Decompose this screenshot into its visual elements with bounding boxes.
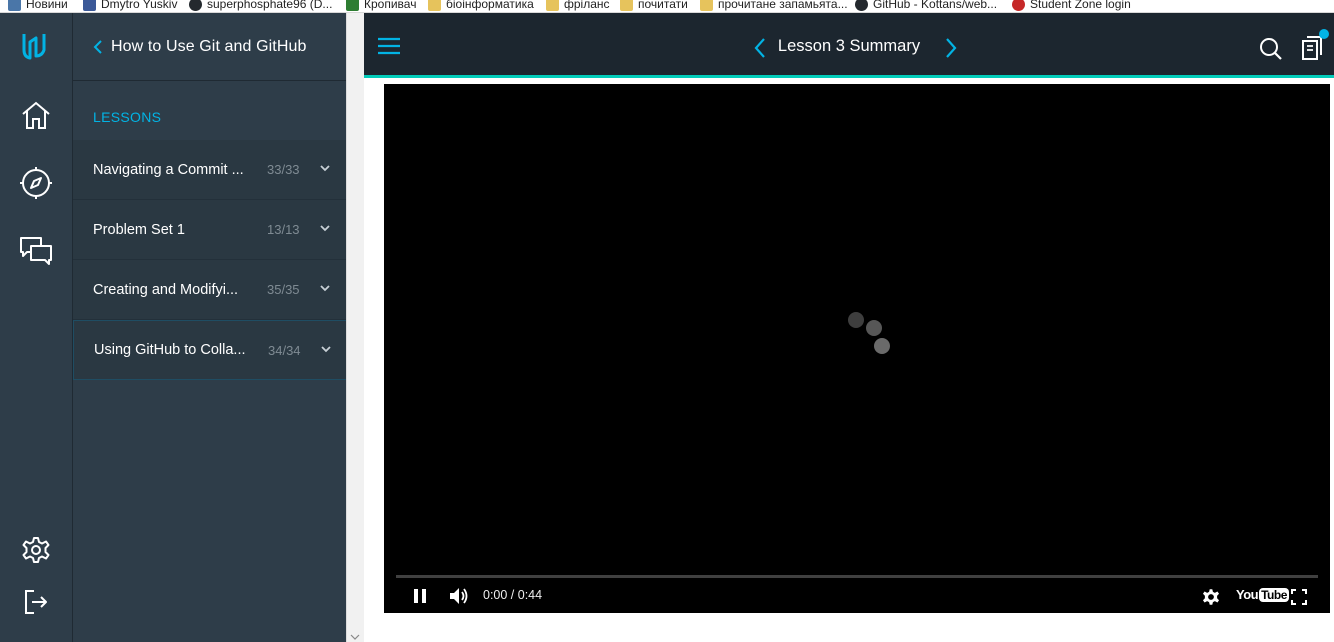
video-time-display: 0:00 / 0:44 [483,588,543,602]
lesson-progress-count: 35/35 [267,282,300,297]
folder-icon [428,0,441,11]
bookmark-item[interactable]: Кропивач [346,0,417,12]
chevron-right-icon[interactable] [944,37,958,59]
chat-icon[interactable] [18,233,54,269]
bookmark-item[interactable]: почитати [620,0,688,12]
volume-icon [450,588,468,604]
home-icon[interactable] [18,97,54,133]
student-zone-icon [1012,0,1025,11]
sidebar-scrollbar[interactable] [346,13,364,642]
github-icon [855,0,868,11]
lessons-section-label: LESSONS [93,109,162,125]
notification-dot [1319,29,1329,39]
video-progress-bar[interactable] [396,575,1318,578]
leaf-icon [346,0,359,11]
bookmark-label: прочитане запамьята... [718,0,848,11]
lesson-title: Problem Set 1 [93,221,185,238]
bookmark-item[interactable]: прочитане запамьята... [700,0,848,12]
bookmark-label: GitHub - Kottans/web... [873,0,998,11]
bookmark-item[interactable]: фріланс [546,0,610,12]
chevron-left-icon [93,39,102,54]
facebook-icon [83,0,96,11]
chevron-down-icon[interactable] [319,222,331,234]
bookmark-label: почитати [638,0,688,11]
chevron-down-icon[interactable] [320,343,332,355]
folder-icon [546,0,559,11]
youtube-logo-tube: Tube [1259,587,1289,602]
settings-button[interactable] [1200,586,1222,608]
bookmark-item[interactable]: GitHub - Kottans/web... [855,0,998,12]
lessons-sidebar: How to Use Git and GitHub LESSONS Naviga… [72,13,347,642]
bookmark-label: Кропивач [364,0,417,11]
pause-icon [414,589,426,603]
logout-icon[interactable] [18,584,54,620]
fullscreen-icon [1291,589,1307,605]
lesson-item[interactable]: Navigating a Commit ... 33/33 [73,140,347,200]
course-title: How to Use Git and GitHub [111,37,307,55]
folder-icon [620,0,633,11]
gear-icon [1202,589,1220,605]
bookmark-item[interactable]: Student Zone login [1012,0,1131,12]
bookmark-item[interactable]: Новини [8,0,68,12]
compass-icon[interactable] [18,165,54,201]
search-icon[interactable] [1259,37,1283,61]
vk-icon [8,0,21,11]
lesson-item[interactable]: Creating and Modifyi... 35/35 [73,260,347,320]
page-title: Lesson 3 Summary [777,37,921,55]
pause-button[interactable] [410,586,430,606]
bookmark-item[interactable]: Dmytro Yuskiv [83,0,178,12]
bookmark-label: біоінформатика [446,0,534,11]
lesson-title: Creating and Modifyi... [93,281,239,298]
settings-icon[interactable] [18,532,54,568]
scroll-down-arrow-icon[interactable] [350,633,360,641]
bookmark-label: superphosphate96 (D... [207,0,333,11]
youtube-logo[interactable]: You Tube [1236,587,1289,602]
icon-rail [0,13,72,642]
bookmark-label: Student Zone login [1030,0,1131,11]
youtube-logo-text: You [1236,587,1259,602]
lesson-item[interactable]: Problem Set 1 13/13 [73,200,347,260]
bookmark-label: Dmytro Yuskiv [101,0,178,11]
lesson-progress-count: 33/33 [267,162,300,177]
lesson-progress-count: 13/13 [267,222,300,237]
lesson-title: Navigating a Commit ... [93,161,244,178]
bookmark-item[interactable]: біоінформатика [428,0,534,12]
bookmarks-bar: Новини Dmytro Yuskiv superphosphate96 (D… [0,0,1334,13]
lesson-progress-count: 34/34 [268,342,301,358]
lesson-title: Using GitHub to Colla... [94,342,246,358]
course-back-link[interactable]: How to Use Git and GitHub [73,13,347,81]
chevron-down-icon[interactable] [319,282,331,294]
video-player[interactable]: 0:00 / 0:44 You Tube [384,84,1330,613]
folder-icon [700,0,713,11]
udacity-logo-icon[interactable] [18,29,54,65]
fullscreen-button[interactable] [1288,586,1310,608]
lesson-item-active[interactable]: Using GitHub to Colla... 34/34 [73,320,347,380]
top-nav: Lesson 3 Summary [364,13,1334,78]
loading-spinner [846,312,896,362]
main-content: 0:00 / 0:44 You Tube [364,81,1334,642]
notes-icon[interactable] [1300,35,1324,61]
bookmark-label: Новини [26,0,68,11]
bookmark-item[interactable]: superphosphate96 (D... [189,0,333,12]
chevron-down-icon[interactable] [319,162,331,174]
volume-button[interactable] [448,585,470,607]
bookmark-label: фріланс [564,0,610,11]
github-icon [189,0,202,11]
